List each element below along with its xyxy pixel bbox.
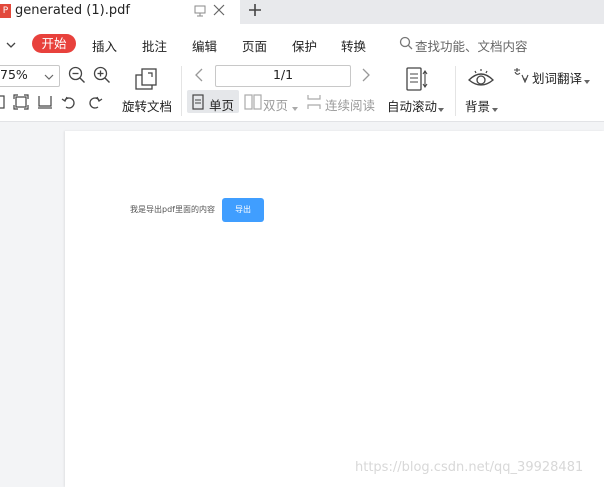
toolbar-separator — [455, 66, 456, 116]
menu-annotate[interactable]: 批注 — [142, 36, 167, 55]
menu-start-tab[interactable]: 开始 — [32, 34, 76, 53]
window-pin-icon[interactable] — [194, 4, 206, 21]
toolbar-divider — [0, 121, 604, 122]
chevron-down-icon[interactable] — [6, 38, 16, 52]
continuous-reading-icon — [306, 94, 322, 113]
search-input[interactable]: 查找功能、文档内容 — [415, 36, 528, 55]
translate-dropdown-icon[interactable] — [584, 73, 590, 87]
background-dropdown-icon[interactable] — [492, 101, 498, 115]
double-page-dropdown-icon[interactable] — [292, 100, 298, 114]
menu-protect[interactable]: 保护 — [292, 36, 317, 55]
toolbar-separator — [181, 66, 182, 116]
new-tab-icon[interactable] — [246, 1, 264, 22]
next-page-icon[interactable] — [361, 68, 371, 85]
continuous-reading-button[interactable]: 连续阅读 — [325, 95, 375, 114]
menu-insert[interactable]: 插入 — [92, 36, 117, 55]
zoom-out-icon[interactable] — [68, 66, 86, 87]
export-button[interactable]: 导出 — [222, 198, 264, 222]
translate-icon — [512, 67, 530, 86]
pdf-page — [65, 131, 604, 487]
pdf-file-icon: P — [0, 4, 11, 18]
close-tab-icon[interactable] — [212, 3, 226, 20]
zoom-in-icon[interactable] — [93, 66, 111, 87]
double-page-button[interactable]: 双页 — [263, 95, 288, 114]
search-icon[interactable] — [399, 36, 413, 53]
watermark-text: https://blog.csdn.net/qq_39928481 — [355, 460, 584, 475]
rotate-document-button[interactable]: 旋转文档 — [122, 96, 172, 115]
rotate-right-icon[interactable] — [87, 94, 103, 113]
rotate-left-icon[interactable] — [61, 94, 77, 113]
previous-page-icon[interactable] — [194, 68, 204, 85]
single-page-label: 单页 — [209, 98, 235, 113]
auto-scroll-dropdown-icon[interactable] — [438, 101, 444, 115]
menu-convert[interactable]: 转换 — [341, 36, 366, 55]
chevron-down-icon[interactable] — [44, 70, 54, 84]
fit-width-icon[interactable] — [13, 94, 29, 113]
menu-page[interactable]: 页面 — [242, 36, 267, 55]
page-indicator: 1/1 — [272, 67, 294, 82]
double-page-icon — [244, 94, 262, 113]
document-text: 我是导出pdf里面的内容 — [130, 205, 215, 214]
background-button[interactable]: 背景 — [465, 96, 490, 115]
zoom-value: 75% — [0, 67, 28, 82]
tab-title[interactable]: generated (1).pdf — [15, 3, 130, 18]
auto-scroll-button[interactable]: 自动滚动 — [387, 96, 437, 115]
translate-button[interactable]: 划词翻译 — [532, 68, 582, 87]
fit-page-icon[interactable] — [0, 94, 6, 113]
actual-size-icon[interactable] — [37, 94, 53, 113]
menu-edit[interactable]: 编辑 — [192, 36, 217, 55]
auto-scroll-icon — [404, 66, 428, 95]
eye-icon — [467, 68, 495, 93]
single-page-icon — [191, 94, 205, 113]
rotate-document-icon[interactable] — [134, 66, 160, 95]
